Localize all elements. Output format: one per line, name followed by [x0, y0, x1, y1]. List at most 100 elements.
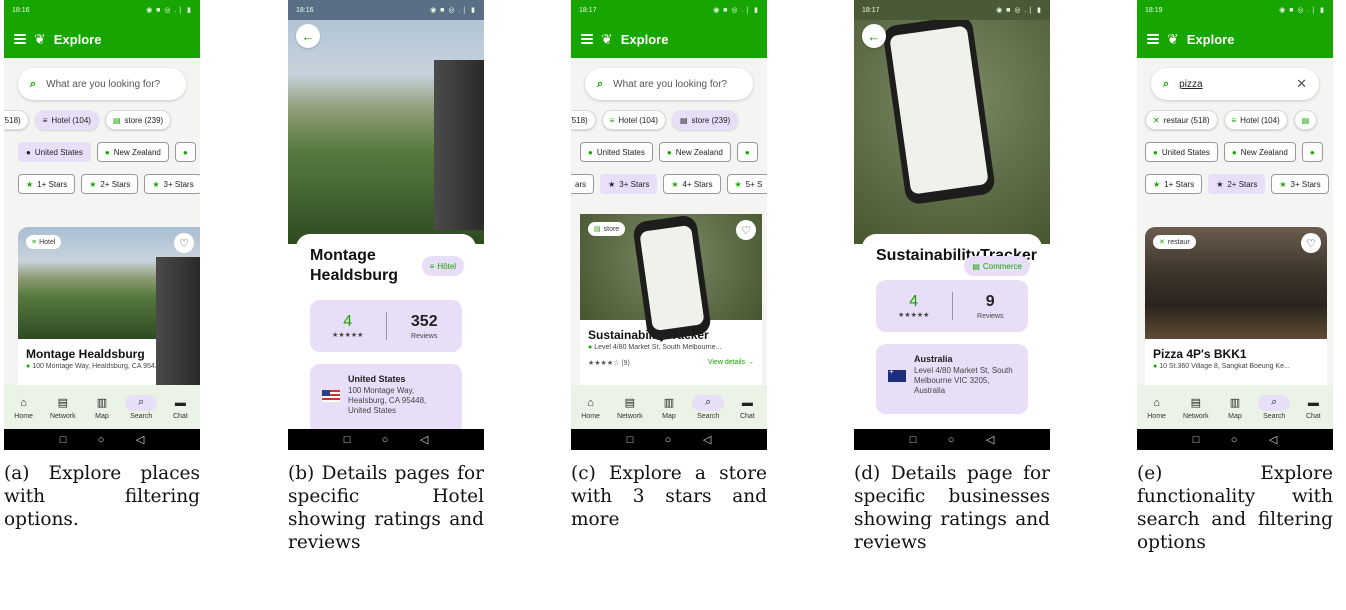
phone-screen: 18:17 ◉ ■ ◎ .❘ ▮ ❦ Explore ⌕ What are yo…: [571, 0, 767, 450]
nav-search[interactable]: ⌕ Search: [691, 394, 725, 420]
back-button[interactable]: ◁: [703, 433, 711, 446]
back-button[interactable]: ◁: [136, 433, 144, 446]
recents-button[interactable]: □: [627, 434, 634, 446]
nav-network[interactable]: ▤ Network: [613, 395, 647, 420]
home-button[interactable]: ○: [665, 434, 672, 446]
heart-icon: ♡: [741, 224, 751, 237]
country-chip-more[interactable]: ●: [736, 142, 758, 162]
country-chip-new-zealand[interactable]: ● New Zealand: [658, 142, 731, 162]
search-input[interactable]: ⌕ What are you looking for?: [18, 68, 186, 100]
category-chip-hotel[interactable]: ≡ Hotel (104): [1223, 110, 1288, 130]
stars-chip-3[interactable]: ★ 3+ Stars: [1271, 174, 1329, 194]
place-card[interactable]: ✕ restaur ♡ Pizza 4P's BKK1 ● 10 St.360 V…: [1145, 227, 1327, 385]
nav-chat[interactable]: ▬ Chat: [1296, 395, 1330, 420]
category-chip-restaurant[interactable]: ✕ restaur (518): [1145, 110, 1218, 130]
nav-search[interactable]: ⌕ Search: [1257, 394, 1291, 420]
country-chip-new-zealand[interactable]: ● New Zealand: [1223, 142, 1296, 162]
country-chip-new-zealand[interactable]: ● New Zealand: [96, 142, 169, 162]
search-icon: ⌕: [692, 394, 725, 411]
system-nav: □ ○ ◁: [854, 429, 1050, 450]
home-button[interactable]: ○: [382, 434, 389, 446]
recents-button[interactable]: □: [60, 434, 67, 446]
back-button[interactable]: ◁: [420, 433, 428, 446]
home-button[interactable]: ○: [948, 434, 955, 446]
menu-icon[interactable]: [14, 34, 26, 44]
type-chip: ≡ Hôtel: [421, 256, 464, 276]
nav-chat[interactable]: ▬ Chat: [163, 395, 197, 420]
stars-chip-2[interactable]: ★ 2+ Stars: [81, 174, 139, 194]
stars-chip-3[interactable]: ★ 3+ Stars: [144, 174, 200, 194]
menu-icon[interactable]: [1147, 34, 1159, 44]
recents-button[interactable]: □: [344, 434, 351, 446]
app-title: Explore: [620, 31, 669, 47]
leaf-icon: ❦: [601, 30, 613, 47]
recents-button[interactable]: □: [910, 434, 917, 446]
nav-map[interactable]: ▥ Map: [652, 395, 686, 420]
status-bar: 18:17 ◉ ■ ◎ .❘ ▮: [571, 0, 767, 20]
status-bar: 18:19 ◉ ■ ◎ .❘ ▮: [1137, 0, 1333, 20]
favorite-button[interactable]: ♡: [736, 220, 756, 240]
search-placeholder: What are you looking for?: [46, 78, 161, 90]
place-card[interactable]: ▤ store ♡ SustainabilityTracker ● Level 4…: [580, 214, 762, 385]
location-pin-icon: ●: [588, 344, 593, 351]
place-card[interactable]: ≡ Hotel ♡ Montage Healdsburg ● 100 Montag…: [18, 227, 200, 385]
home-icon: ⌂: [20, 396, 27, 409]
country-chip-more[interactable]: ●: [174, 142, 196, 162]
back-button[interactable]: ◁: [1269, 433, 1277, 446]
nav-home[interactable]: ⌂ Home: [574, 395, 608, 420]
stars-chip-2[interactable]: ars: [571, 174, 595, 194]
nav-home[interactable]: ⌂ Home: [7, 395, 41, 420]
category-chip-hotel[interactable]: ≡ Hotel (104): [34, 110, 99, 130]
nav-home[interactable]: ⌂ Home: [1140, 395, 1174, 420]
reviews-stat[interactable]: 352 Reviews: [387, 313, 463, 340]
stars-chip-3[interactable]: ★ 3+ Stars: [600, 174, 658, 194]
app-bar: ❦ Explore: [571, 20, 767, 58]
nav-search[interactable]: ⌕ Search: [124, 394, 158, 420]
back-button[interactable]: ◁: [986, 433, 994, 446]
search-input[interactable]: ⌕ pizza ✕: [1151, 68, 1319, 100]
figure-caption: (b) Details pages for specific Hotel sho…: [288, 463, 484, 553]
reviews-label: Reviews: [411, 332, 438, 340]
category-chip-restaurant[interactable]: (518): [4, 110, 29, 130]
location-card[interactable]: Australia Level 4/80 Market St, South Me…: [876, 344, 1028, 414]
stars-chip-1[interactable]: ★ 1+ Stars: [18, 174, 76, 194]
menu-icon[interactable]: [581, 34, 593, 44]
reviews-stat[interactable]: 9 Reviews: [953, 293, 1029, 320]
category-chip-hotel[interactable]: ≡ Hotel (104): [601, 110, 666, 130]
category-chip-store[interactable]: ▤ store (239): [671, 110, 739, 130]
nav-map[interactable]: ▥ Map: [85, 395, 119, 420]
country-chip-united-states[interactable]: ● United States: [18, 142, 91, 162]
stars-chip-5[interactable]: ★ 5+ S: [726, 174, 767, 194]
place-photo: ✕ restaur ♡: [1145, 227, 1327, 339]
country-chip-united-states[interactable]: ● United States: [580, 142, 653, 162]
view-details-link[interactable]: View details →: [708, 359, 754, 367]
nav-map[interactable]: ▥ Map: [1218, 395, 1252, 420]
location-pin-icon: ●: [588, 147, 593, 157]
back-arrow-icon[interactable]: ←: [296, 24, 320, 48]
favorite-button[interactable]: ♡: [174, 233, 194, 253]
search-icon: ⌕: [1258, 394, 1291, 411]
nav-network[interactable]: ▤ Network: [1179, 395, 1213, 420]
back-arrow-icon[interactable]: ←: [862, 24, 886, 48]
recents-button[interactable]: □: [1193, 434, 1200, 446]
search-input[interactable]: ⌕ What are you looking for?: [585, 68, 753, 100]
stars-filter-row: ★ 1+ Stars ★ 2+ Stars ★ 3+ Stars: [4, 174, 200, 196]
close-icon[interactable]: ✕: [1296, 76, 1307, 92]
stars-chip-1[interactable]: ★ 1+ Stars: [1145, 174, 1203, 194]
country-chip-more[interactable]: ●: [1301, 142, 1323, 162]
nav-network[interactable]: ▤ Network: [46, 395, 80, 420]
leaf-icon: ❦: [34, 30, 46, 47]
home-button[interactable]: ○: [1231, 434, 1238, 446]
country-chip-united-states[interactable]: ● United States: [1145, 142, 1218, 162]
category-chip-store[interactable]: ▤: [1293, 110, 1318, 130]
star-icon: ★: [1279, 179, 1287, 189]
category-chip-store[interactable]: ▤ store (239): [104, 110, 172, 130]
category-chip-restaurant[interactable]: (518): [571, 110, 596, 130]
stars-chip-4[interactable]: ★ 4+ Stars: [663, 174, 721, 194]
restaurant-icon: ✕: [1159, 239, 1165, 246]
home-button[interactable]: ○: [98, 434, 105, 446]
favorite-button[interactable]: ♡: [1301, 233, 1321, 253]
location-card[interactable]: United States 100 Montage Way, Healsburg…: [310, 364, 462, 434]
stars-chip-2[interactable]: ★ 2+ Stars: [1208, 174, 1266, 194]
nav-chat[interactable]: ▬ Chat: [730, 395, 764, 420]
